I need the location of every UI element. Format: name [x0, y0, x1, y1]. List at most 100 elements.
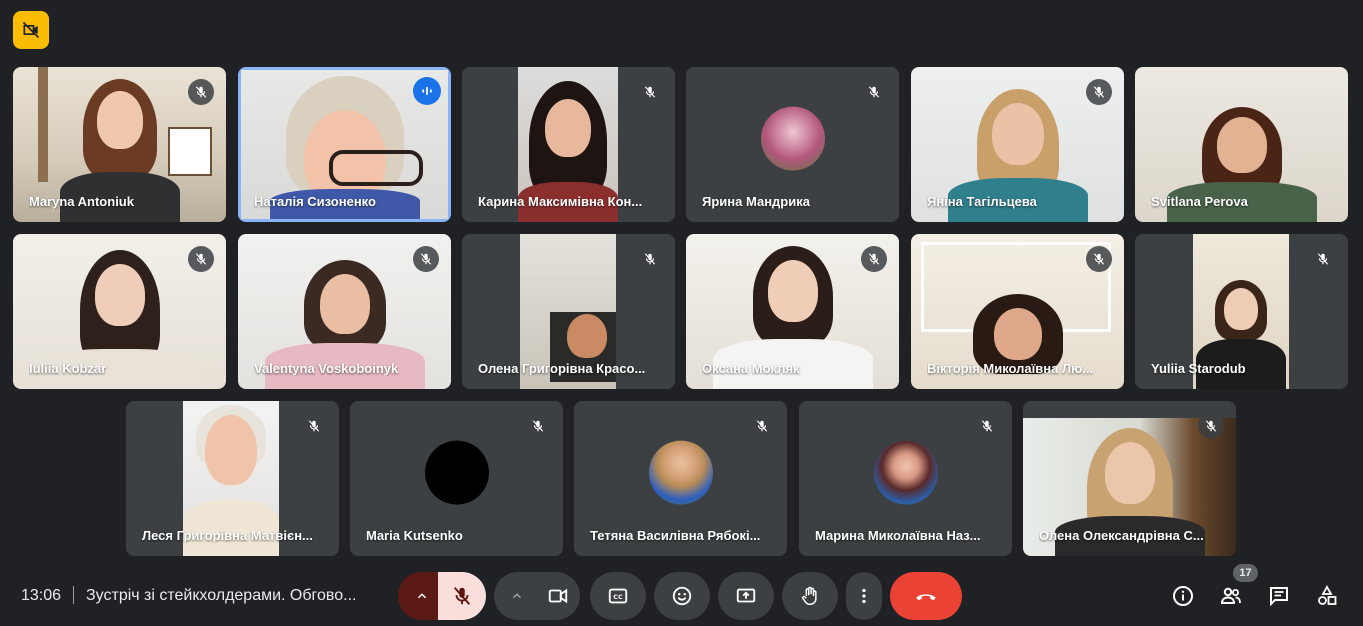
participant-name: Вікторія Миколаївна Лю...: [927, 361, 1094, 376]
mic-off-icon: [195, 86, 207, 98]
participant-name: Maria Kutsenko: [366, 528, 463, 543]
mic-off-indicator: [1086, 79, 1112, 105]
video-off-icon: [22, 21, 40, 39]
mic-off-icon: [1093, 253, 1105, 265]
more-options-button[interactable]: [846, 572, 882, 620]
participant-tile[interactable]: Леся Григорівна Матвієн...: [126, 401, 339, 556]
mic-off-indicator: [861, 246, 887, 272]
svg-text:CC: CC: [613, 593, 623, 601]
participant-tile[interactable]: Олена Олександрівна С...: [1023, 401, 1236, 556]
people-button[interactable]: [1218, 583, 1244, 609]
participant-tile[interactable]: Svitlana Perova: [1135, 67, 1348, 222]
participant-tile[interactable]: Оксана Мокляк: [686, 234, 899, 389]
meeting-title: Зустріч зі стейкхолдерами. Обгово...: [86, 587, 357, 604]
mic-off-icon: [644, 86, 656, 98]
mic-off-indicator: [413, 246, 439, 272]
mic-off-icon: [868, 253, 880, 265]
mic-off-icon: [195, 253, 207, 265]
activities-icon: [1318, 585, 1337, 605]
mic-off-indicator: [974, 413, 1000, 439]
mic-off-icon: [308, 420, 320, 432]
raise-hand-button[interactable]: [782, 572, 838, 620]
participant-avatar: [873, 440, 938, 505]
info-icon: [1173, 586, 1193, 606]
participant-name: Леся Григорівна Матвієн...: [142, 528, 313, 543]
audio-level-icon: [422, 86, 432, 96]
speaking-indicator: [413, 77, 441, 105]
participant-count-badge: 17: [1233, 564, 1258, 582]
participant-name: Тетяна Василівна Рябокі...: [590, 528, 761, 543]
microphone-toggle-button[interactable]: [438, 572, 486, 620]
mic-off-icon: [532, 420, 544, 432]
camera-icon: [548, 588, 568, 604]
participant-tile[interactable]: Олена Григорівна Красо...: [462, 234, 675, 389]
participant-tile[interactable]: Ярина Мандрика: [686, 67, 899, 222]
participant-tile[interactable]: Вікторія Миколаївна Лю...: [911, 234, 1124, 389]
participant-tile[interactable]: Тетяна Василівна Рябокі...: [574, 401, 787, 556]
mic-off-indicator: [637, 246, 663, 272]
participant-tile[interactable]: Iuliia Kobzar: [13, 234, 226, 389]
participant-tile[interactable]: Яніна Тагільцева: [911, 67, 1124, 222]
participant-tile[interactable]: Maryna Antoniuk: [13, 67, 226, 222]
mic-off-indicator: [1310, 246, 1336, 272]
more-vertical-icon: [862, 588, 866, 604]
mic-off-indicator: [749, 413, 775, 439]
mic-off-indicator: [525, 413, 551, 439]
chat-button[interactable]: [1266, 583, 1292, 609]
mic-off-icon: [1093, 86, 1105, 98]
mic-off-icon: [756, 420, 768, 432]
chat-icon: [1270, 587, 1288, 607]
participant-name: Yuliia Starodub: [1151, 361, 1246, 376]
mic-off-icon: [1317, 253, 1329, 265]
participant-name: Svitlana Perova: [1151, 194, 1248, 209]
mic-off-indicator: [861, 79, 887, 105]
participant-tile[interactable]: Yuliia Starodub: [1135, 234, 1348, 389]
people-icon: [1220, 587, 1241, 604]
participant-name: Iuliia Kobzar: [29, 361, 107, 376]
mic-off-icon: [981, 420, 993, 432]
present-screen-icon: [736, 588, 756, 603]
mic-off-icon: [868, 86, 880, 98]
video-options-button[interactable]: [500, 572, 534, 620]
participant-avatar: [424, 440, 489, 505]
meeting-details-button[interactable]: [1170, 583, 1196, 609]
participant-name: Оксана Мокляк: [702, 361, 800, 376]
mic-off-indicator: [188, 246, 214, 272]
emoji-icon: [672, 586, 692, 606]
meeting-control-bar: 13:06 Зустріч зі стейкхолдерами. Обгово.…: [0, 566, 1363, 626]
participant-name: Valentyna Voskoboinyk: [254, 361, 399, 376]
participant-tile[interactable]: Valentyna Voskoboinyk: [238, 234, 451, 389]
participant-tile[interactable]: Maria Kutsenko: [350, 401, 563, 556]
participant-name: Марина Миколаївна Наз...: [815, 528, 981, 543]
participant-avatar: [648, 440, 713, 505]
mic-off-indicator: [301, 413, 327, 439]
participant-name: Олена Григорівна Красо...: [478, 361, 646, 376]
participant-name: Яніна Тагільцева: [927, 194, 1037, 209]
participant-name: Ярина Мандрика: [702, 194, 810, 209]
hidden-self-view-badge[interactable]: [13, 11, 49, 49]
mic-off-icon: [453, 587, 471, 605]
participant-name: Maryna Antoniuk: [29, 194, 134, 209]
mic-off-indicator: [188, 79, 214, 105]
hand-icon: [802, 586, 817, 605]
mic-off-icon: [420, 253, 432, 265]
closed-captions-icon: CC: [608, 588, 628, 604]
reactions-button[interactable]: [654, 572, 710, 620]
mic-off-icon: [1205, 420, 1217, 432]
participant-avatar: [760, 106, 825, 171]
mic-off-icon: [644, 253, 656, 265]
mic-off-indicator: [1086, 246, 1112, 272]
participant-tile[interactable]: Марина Миколаївна Наз...: [799, 401, 1012, 556]
captions-button[interactable]: CC: [590, 572, 646, 620]
participant-name: Карина Максимівна Кон...: [478, 194, 643, 209]
activities-button[interactable]: [1314, 583, 1340, 609]
chevron-up-icon: [417, 593, 427, 599]
participant-tile[interactable]: Карина Максимівна Кон...: [462, 67, 675, 222]
present-screen-button[interactable]: [718, 572, 774, 620]
camera-toggle-button[interactable]: [535, 572, 581, 620]
divider: [73, 586, 74, 604]
leave-call-button[interactable]: [890, 572, 962, 620]
chevron-up-icon: [512, 593, 522, 599]
participant-tile[interactable]: Наталія Сизоненко: [238, 67, 451, 222]
participant-name: Олена Олександрівна С...: [1039, 528, 1204, 543]
